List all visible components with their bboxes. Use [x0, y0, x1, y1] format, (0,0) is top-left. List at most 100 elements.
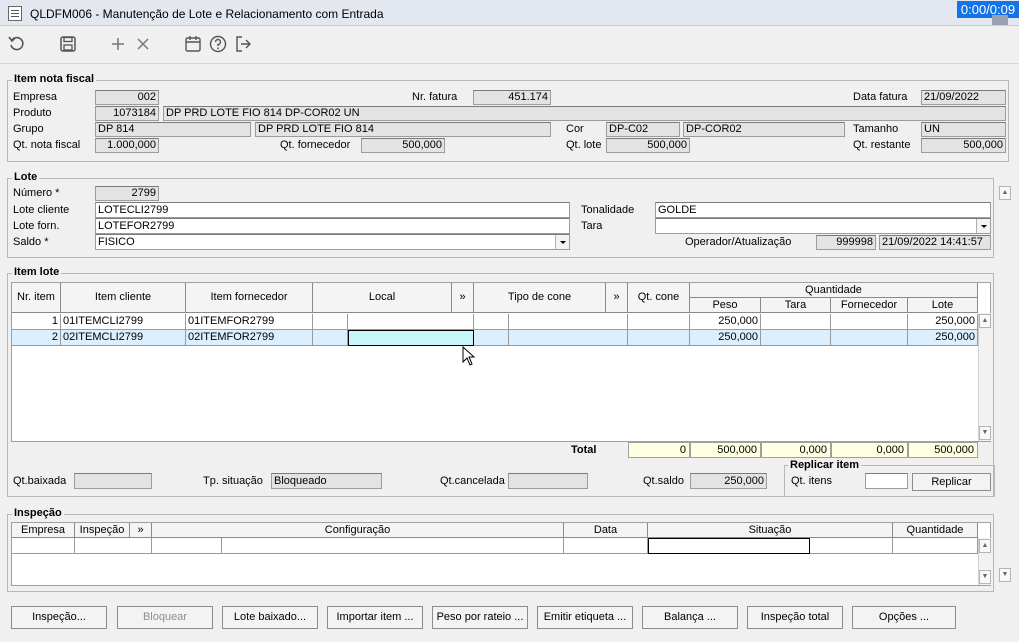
- col-tipo-cone-expand-button[interactable]: »: [606, 283, 628, 313]
- importar-item-button[interactable]: Importar item ...: [327, 606, 423, 629]
- tara-select[interactable]: [655, 218, 991, 234]
- atualizacao-field[interactable]: 21/09/2022 14:41:57: [879, 235, 991, 250]
- form-scroll-up-icon[interactable]: ▲: [999, 186, 1011, 200]
- lote-baixado-button[interactable]: Lote baixado...: [222, 606, 318, 629]
- empresa-field[interactable]: 002: [95, 90, 159, 105]
- calendar-icon[interactable]: [182, 33, 204, 55]
- data-fatura-field[interactable]: 21/09/2022: [921, 90, 1006, 105]
- balanca-button[interactable]: Balança ...: [642, 606, 738, 629]
- tp-situacao-field[interactable]: Bloqueado: [271, 473, 382, 489]
- inspecao-total-button[interactable]: Inspeção total: [747, 606, 843, 629]
- cell-nr[interactable]: 2: [12, 330, 61, 346]
- window-close-icon[interactable]: [992, 15, 1008, 25]
- qt-lote-field[interactable]: 500,000: [606, 138, 690, 153]
- produto-code-field[interactable]: 1073184: [95, 106, 159, 121]
- cell-peso[interactable]: 250,000: [690, 314, 761, 330]
- cell-peso[interactable]: 250,000: [690, 330, 761, 346]
- col-nr-item[interactable]: Nr. item: [12, 283, 61, 313]
- cell-data[interactable]: [564, 538, 648, 554]
- cell-local[interactable]: [348, 314, 474, 330]
- numero-field[interactable]: 2799: [95, 186, 159, 201]
- cell-nr[interactable]: 1: [12, 314, 61, 330]
- tamanho-field[interactable]: UN: [921, 122, 1006, 137]
- saldo-select[interactable]: FISICO: [95, 234, 570, 250]
- item-lote-scrollbar[interactable]: [978, 313, 992, 441]
- cell-qt-cone[interactable]: [628, 330, 690, 346]
- peso-por-rateio-button[interactable]: Peso por rateio ...: [432, 606, 528, 629]
- cell-fornecedor[interactable]: [831, 314, 908, 330]
- save-icon[interactable]: [57, 33, 79, 55]
- cell-local-code[interactable]: [313, 314, 348, 330]
- table-row-selected[interactable]: 2 02ITEMCLI2799 02ITEMFOR2799 250,000 25…: [12, 330, 978, 346]
- nr-fatura-field[interactable]: 451.174: [473, 90, 551, 105]
- cor-code-field[interactable]: DP-C02: [606, 122, 680, 137]
- cell-item-fornecedor[interactable]: 02ITEMFOR2799: [186, 330, 313, 346]
- qt-itens-input[interactable]: [865, 473, 908, 489]
- cell-situacao-code[interactable]: [648, 538, 810, 554]
- help-icon[interactable]: [207, 33, 229, 55]
- grupo-desc-field[interactable]: DP PRD LOTE FIO 814: [255, 122, 551, 137]
- col-item-fornecedor[interactable]: Item fornecedor: [186, 283, 313, 313]
- tara-dropdown-icon[interactable]: [976, 219, 990, 233]
- inspecao-scroll-up-icon[interactable]: ▲: [979, 539, 991, 553]
- cell-tipo-cone[interactable]: [509, 330, 628, 346]
- emitir-etiqueta-button[interactable]: Emitir etiqueta ...: [537, 606, 633, 629]
- cell-situacao[interactable]: [810, 538, 893, 554]
- produto-desc-field[interactable]: DP PRD LOTE FIO 814 DP-COR02 UN: [163, 106, 1006, 121]
- opcoes-button[interactable]: Opções ...: [852, 606, 956, 629]
- col-situacao[interactable]: Situação: [648, 523, 893, 538]
- cell-local-code[interactable]: [313, 330, 348, 346]
- form-scroll-down-icon[interactable]: ▼: [999, 568, 1011, 582]
- inspecao-button[interactable]: Inspeção...: [11, 606, 107, 629]
- cell-tara[interactable]: [761, 314, 831, 330]
- inspecao-scroll-down-icon[interactable]: ▼: [979, 570, 991, 584]
- saldo-dropdown-icon[interactable]: [555, 235, 569, 249]
- col-empresa[interactable]: Empresa: [12, 523, 75, 538]
- cell-tipo-cone-code[interactable]: [474, 314, 509, 330]
- col-data[interactable]: Data: [564, 523, 648, 538]
- add-icon[interactable]: [107, 33, 129, 55]
- cell-item-cliente[interactable]: 02ITEMCLI2799: [61, 330, 186, 346]
- col-lote[interactable]: Lote: [908, 298, 978, 313]
- qt-baixada-field[interactable]: [74, 473, 152, 489]
- tonalidade-input[interactable]: GOLDE: [655, 202, 991, 218]
- item-lote-scroll-up-icon[interactable]: ▲: [979, 314, 991, 328]
- cell-lote[interactable]: 250,000: [908, 330, 978, 346]
- cell-fornecedor[interactable]: [831, 330, 908, 346]
- operador-field[interactable]: 999998: [816, 235, 876, 250]
- grupo-code-field[interactable]: DP 814: [95, 122, 251, 137]
- cell-item-fornecedor[interactable]: 01ITEMFOR2799: [186, 314, 313, 330]
- col-tara[interactable]: Tara: [761, 298, 831, 313]
- cell-local-active[interactable]: [348, 330, 474, 346]
- bloquear-button[interactable]: Bloquear: [117, 606, 213, 629]
- col-quantidade[interactable]: Quantidade: [893, 523, 978, 538]
- cor-desc-field[interactable]: DP-COR02: [683, 122, 845, 137]
- lote-cliente-input[interactable]: LOTECLI2799: [95, 202, 570, 218]
- col-inspecao-expand-button[interactable]: »: [130, 523, 152, 538]
- col-peso[interactable]: Peso: [690, 298, 761, 313]
- qt-restante-field[interactable]: 500,000: [921, 138, 1006, 153]
- inspecao-empty-row[interactable]: [12, 538, 978, 554]
- lote-forn-input[interactable]: LOTEFOR2799: [95, 218, 570, 234]
- col-item-cliente[interactable]: Item cliente: [61, 283, 186, 313]
- delete-icon[interactable]: [132, 33, 154, 55]
- cell-qt-cone[interactable]: [628, 314, 690, 330]
- table-row[interactable]: 1 01ITEMCLI2799 01ITEMFOR2799 250,000 25…: [12, 314, 978, 330]
- item-lote-scroll-down-icon[interactable]: ▼: [979, 426, 991, 440]
- cell-tara[interactable]: [761, 330, 831, 346]
- cell-configuracao[interactable]: [222, 538, 564, 554]
- col-local[interactable]: Local: [313, 283, 452, 313]
- cell-empresa[interactable]: [12, 538, 75, 554]
- col-qt-cone[interactable]: Qt. cone: [628, 283, 690, 313]
- cell-lote[interactable]: 250,000: [908, 314, 978, 330]
- qt-nota-fiscal-field[interactable]: 1.000,000: [95, 138, 159, 153]
- cell-tipo-cone[interactable]: [509, 314, 628, 330]
- qt-saldo-field[interactable]: 250,000: [690, 473, 767, 489]
- undo-icon[interactable]: [6, 33, 28, 55]
- col-tipo-cone[interactable]: Tipo de cone: [474, 283, 606, 313]
- cell-tipo-cone-code[interactable]: [474, 330, 509, 346]
- col-configuracao[interactable]: Configuração: [152, 523, 564, 538]
- col-inspecao[interactable]: Inspeção: [75, 523, 130, 538]
- cell-inspecao[interactable]: [75, 538, 152, 554]
- cell-quantidade[interactable]: [893, 538, 978, 554]
